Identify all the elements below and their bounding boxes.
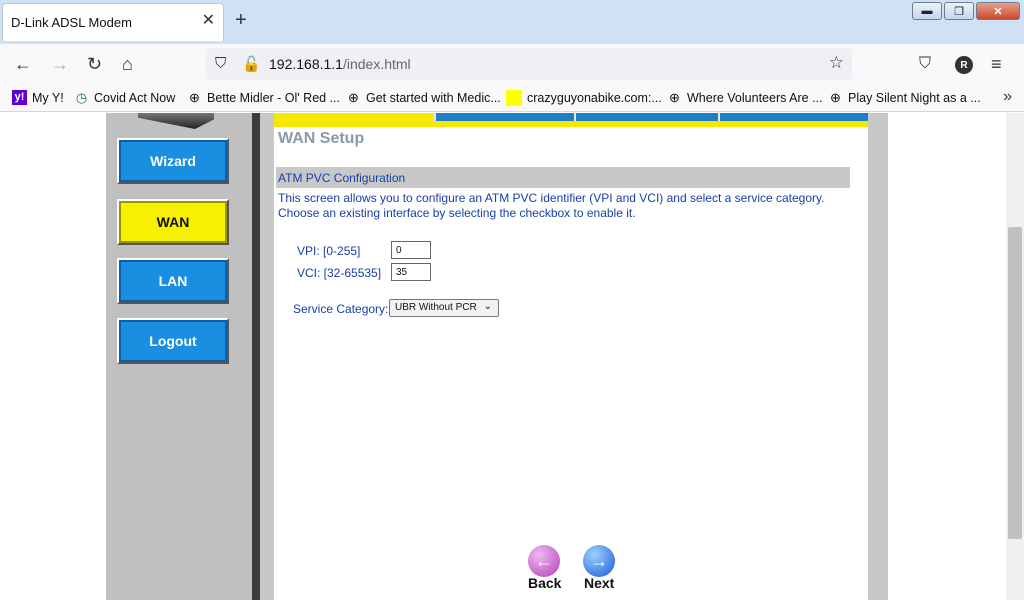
bookmark-item[interactable]: y! My Y!	[12, 90, 64, 105]
tab-divider	[574, 113, 576, 121]
bookmark-label: Get started with Medic...	[366, 90, 501, 105]
bookmark-label: Covid Act Now	[94, 90, 176, 105]
vpi-input[interactable]	[391, 241, 431, 259]
browser-tab-bar: D-Link ADSL Modem ✕ + ▬ ❐ ✕	[0, 0, 1024, 44]
page-scrollbar[interactable]	[1006, 113, 1024, 600]
main-content: WAN Setup ATM PVC Configuration This scr…	[274, 113, 868, 600]
yellow-square-icon	[506, 90, 522, 106]
section-description: This screen allows you to configure an A…	[278, 191, 825, 220]
insecure-lock-icon[interactable]: 🔓	[242, 55, 261, 73]
bookmark-label: My Y!	[32, 90, 64, 105]
new-tab-icon[interactable]: +	[235, 10, 247, 30]
covid-act-now-icon: ◷	[75, 90, 88, 105]
globe-icon: ⊕	[348, 90, 359, 105]
back-arrow-button-icon[interactable]: ←	[528, 545, 560, 577]
next-arrow-button-icon[interactable]: →	[583, 545, 615, 577]
back-arrow-icon[interactable]: ←	[14, 54, 32, 74]
bookmark-label: Where Volunteers Are ...	[687, 90, 823, 105]
reload-icon[interactable]: ↻	[87, 54, 102, 74]
next-button[interactable]: Next	[584, 575, 614, 591]
tab-home[interactable]	[274, 113, 434, 121]
tab-title: D-Link ADSL Modem	[11, 15, 132, 30]
browser-tab[interactable]: D-Link ADSL Modem ✕	[2, 3, 224, 41]
forward-arrow-icon[interactable]: →	[51, 54, 69, 74]
bookmark-label: Bette Midler - Ol' Red ...	[207, 90, 340, 105]
tab-divider	[718, 113, 720, 121]
bookmarks-bar: y! My Y! ◷ Covid Act Now ⊕ Bette Midler …	[0, 84, 1024, 112]
tab-divider	[434, 113, 436, 121]
scrollbar-thumb[interactable]	[1008, 227, 1022, 539]
page-title: WAN Setup	[278, 130, 365, 147]
tab-close-icon[interactable]: ✕	[202, 13, 215, 29]
service-category-label: Service Category:	[293, 302, 389, 316]
bookmark-item[interactable]: ⊕ Get started with Medic...	[346, 90, 501, 105]
window-controls: ▬ ❐ ✕	[912, 2, 1020, 20]
bookmark-item[interactable]: ◷ Covid Act Now	[74, 90, 175, 105]
router-page: Wizard WAN LAN Logout WAN Setup ATM PVC …	[0, 113, 1024, 600]
top-tab-underline	[274, 121, 868, 127]
vci-label: VCI: [32-65535]	[297, 266, 382, 280]
bookmark-label: Play Silent Night as a ...	[848, 90, 981, 105]
browser-nav-bar: ← → ↻ ⌂ ⛉ 🔓 192.168.1.1/index.html ☆ ⛉ ≡	[0, 44, 1024, 84]
menu-hamburger-icon[interactable]: ≡	[991, 54, 1002, 74]
shield-icon[interactable]: ⛉	[215, 55, 226, 72]
sidebar-item-lan[interactable]: LAN	[117, 258, 229, 304]
globe-icon: ⊕	[830, 90, 841, 105]
globe-icon: ⊕	[669, 90, 680, 105]
url-host: 192.168.1.1	[269, 56, 343, 72]
home-icon[interactable]: ⌂	[122, 54, 133, 74]
sidebar-item-logout[interactable]: Logout	[117, 318, 229, 364]
content-gutter	[260, 113, 274, 600]
account-avatar[interactable]: R	[955, 56, 973, 74]
section-title: ATM PVC Configuration	[278, 171, 406, 185]
service-category-value: UBR Without PCR	[395, 302, 477, 313]
back-button[interactable]: Back	[528, 575, 561, 591]
vpi-label: VPI: [0-255]	[297, 244, 361, 258]
sidebar-item-wizard[interactable]: Wizard	[117, 138, 229, 184]
yahoo-icon: y!	[12, 90, 27, 105]
bookmark-item[interactable]: ⊕ Where Volunteers Are ...	[667, 90, 823, 105]
window-close-icon[interactable]: ✕	[976, 2, 1020, 20]
section-header: ATM PVC Configuration	[276, 167, 850, 188]
bookmark-item[interactable]: ⊕ Play Silent Night as a ...	[828, 90, 981, 105]
globe-icon: ⊕	[189, 90, 200, 105]
maximize-icon[interactable]: ❐	[944, 2, 974, 20]
vci-input[interactable]	[391, 263, 431, 281]
sidebar-item-wan[interactable]: WAN	[117, 199, 229, 245]
service-category-select[interactable]: UBR Without PCR ⌄	[389, 299, 499, 317]
bookmark-star-icon[interactable]: ☆	[829, 53, 844, 73]
sidebar-divider	[252, 113, 260, 600]
content-right-border	[868, 113, 888, 600]
pocket-icon[interactable]: ⛉	[919, 54, 931, 74]
url-text[interactable]: 192.168.1.1/index.html	[269, 56, 411, 72]
bookmark-label: crazyguyonabike.com:...	[527, 91, 662, 105]
url-bar[interactable]: ⛉ 🔓 192.168.1.1/index.html ☆	[206, 48, 852, 80]
bookmark-item[interactable]: ⊕ Bette Midler - Ol' Red ...	[187, 90, 340, 105]
bookmark-item[interactable]: crazyguyonabike.com:...	[506, 90, 662, 106]
more-bookmarks-icon[interactable]: »	[1003, 88, 1012, 106]
chevron-down-icon: ⌄	[483, 301, 492, 312]
url-path: /index.html	[342, 56, 411, 72]
minimize-icon[interactable]: ▬	[912, 2, 942, 20]
